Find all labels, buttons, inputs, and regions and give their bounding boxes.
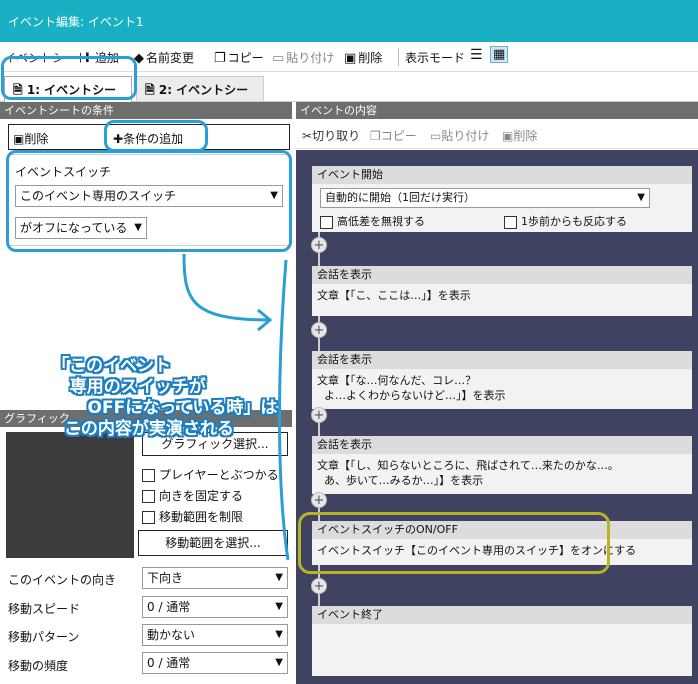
display-mode-label: 表示モード bbox=[405, 51, 466, 65]
copy-sheet-button[interactable]: ❐ コピー bbox=[214, 49, 264, 66]
checkbox-box bbox=[142, 490, 155, 503]
copy-icon: ❐ bbox=[370, 129, 381, 143]
plus-icon[interactable]: + bbox=[311, 578, 327, 594]
content-toolbar: ✂切り取り ❐コピー ▭貼り付け ▣削除 bbox=[296, 119, 698, 149]
arrow-to-content bbox=[182, 253, 271, 322]
paste-sheet-button[interactable]: ▭ 貼り付け bbox=[272, 49, 334, 66]
paste-icon: ▭ bbox=[430, 129, 442, 143]
chevron-down-icon: ▼ bbox=[637, 192, 645, 203]
content-header: イベントの内容 bbox=[296, 102, 698, 119]
paste-button[interactable]: ▭貼り付け bbox=[430, 127, 489, 144]
cut-button[interactable]: ✂切り取り bbox=[302, 127, 360, 144]
switch-group-highlight bbox=[6, 150, 292, 252]
one-step-checkbox[interactable]: 1歩前からも反応する bbox=[504, 213, 627, 229]
paste-icon: ▭ bbox=[272, 51, 285, 66]
speed-label: 移動スピード bbox=[8, 602, 81, 616]
message-title: 会話を表示 bbox=[312, 351, 692, 369]
conditions-header: イベントシートの条件 bbox=[0, 102, 292, 119]
content-panel: イベントの内容 ✂切り取り ❐コピー ▭貼り付け ▣削除 イベント開始 自動的に… bbox=[296, 102, 698, 684]
event-end-title: イベント終了 bbox=[312, 606, 692, 624]
trash-icon: ▣ bbox=[13, 132, 25, 146]
chevron-down-icon: ▼ bbox=[275, 601, 283, 612]
message-block-3[interactable]: 会話を表示 文章【「し、知らないところに、飛ばされて…来たのかな…。 あ、歩いて… bbox=[312, 436, 692, 494]
plus-icon[interactable]: + bbox=[311, 407, 327, 423]
message-text: 文章【「し、知らないところに、飛ばされて…来たのかな…。 あ、歩いて…みるか…」… bbox=[317, 459, 619, 487]
frequency-select[interactable]: 0 / 通常 ▼ bbox=[142, 652, 288, 674]
copy-button[interactable]: ❐コピー bbox=[370, 127, 417, 144]
event-canvas: イベント開始 自動的に開始（1回だけ実行） ▼ 高低差を無視する 1歩前からも反応… bbox=[296, 150, 698, 684]
trash-icon: ▣ bbox=[344, 51, 357, 66]
event-end-block[interactable]: イベント終了 bbox=[312, 606, 692, 676]
message-title: 会話を表示 bbox=[312, 266, 692, 284]
window-title: イベント編集: イベント1 bbox=[8, 15, 144, 29]
start-mode-select[interactable]: 自動的に開始（1回だけ実行） ▼ bbox=[320, 188, 650, 208]
flow-bracket bbox=[278, 259, 290, 561]
toolbar-divider bbox=[398, 48, 399, 66]
grid-view-icon[interactable]: ▦ bbox=[490, 46, 509, 63]
event-start-title: イベント開始 bbox=[312, 166, 692, 184]
delete-sheet-button[interactable]: ▣ 削除 bbox=[344, 49, 382, 66]
direction-label: このイベントの向き bbox=[8, 573, 117, 587]
delete-condition-button[interactable]: ▣削除 bbox=[13, 130, 48, 147]
pattern-label: 移動パターン bbox=[8, 630, 80, 644]
message-title: 会話を表示 bbox=[312, 436, 692, 454]
speed-select[interactable]: 0 / 通常 ▼ bbox=[142, 596, 288, 618]
add-condition-highlight bbox=[104, 120, 208, 152]
plus-icon[interactable]: + bbox=[311, 237, 327, 253]
tab-sheet-2[interactable]: 🗎 2: イベントシート bbox=[136, 76, 264, 118]
plus-icon[interactable]: + bbox=[311, 492, 327, 508]
message-text: 文章【「こ、ここは…」】を表示 bbox=[317, 289, 471, 302]
title-bar: イベント編集: イベント1 bbox=[0, 0, 698, 42]
checkbox-box bbox=[320, 215, 333, 229]
sheet-icon: 🗎 bbox=[145, 83, 155, 97]
message-text: 文章【「な…何なんだ、コレ…？ よ…よくわからないけど…」】を表示 bbox=[317, 374, 506, 402]
checkbox-box bbox=[142, 511, 155, 524]
scissors-icon: ✂ bbox=[302, 129, 313, 143]
ignore-height-checkbox[interactable]: 高低差を無視する bbox=[320, 213, 425, 229]
tab-highlight bbox=[1, 56, 137, 100]
list-view-icon[interactable]: ☰ bbox=[470, 47, 483, 63]
rename-button[interactable]: ◆ 名前変更 bbox=[134, 49, 194, 66]
checkbox-box bbox=[142, 469, 155, 482]
message-block-1[interactable]: 会話を表示 文章【「こ、ここは…」】を表示 bbox=[312, 266, 692, 316]
trash-icon: ▣ bbox=[502, 129, 514, 143]
pattern-select[interactable]: 動かない ▼ bbox=[142, 624, 288, 646]
graphic-preview[interactable] bbox=[6, 432, 134, 558]
event-start-block[interactable]: イベント開始 自動的に開始（1回だけ実行） ▼ 高低差を無視する 1歩前からも反応… bbox=[312, 166, 692, 232]
switch-block-highlight bbox=[298, 512, 610, 574]
copy-icon: ❐ bbox=[214, 51, 226, 66]
message-block-2[interactable]: 会話を表示 文章【「な…何なんだ、コレ…？ よ…よくわからないけど…」】を表示 bbox=[312, 351, 692, 409]
frequency-label: 移動の頻度 bbox=[8, 659, 69, 673]
delete-button[interactable]: ▣削除 bbox=[502, 127, 537, 144]
chevron-down-icon: ▼ bbox=[275, 657, 283, 668]
chevron-down-icon: ▼ bbox=[275, 629, 283, 640]
plus-icon[interactable]: + bbox=[311, 322, 327, 338]
checkbox-box bbox=[504, 215, 517, 229]
annotation-note: 「このイベント 専用のスイッチが OFFになっている時」は この内容が実演される bbox=[52, 356, 278, 439]
